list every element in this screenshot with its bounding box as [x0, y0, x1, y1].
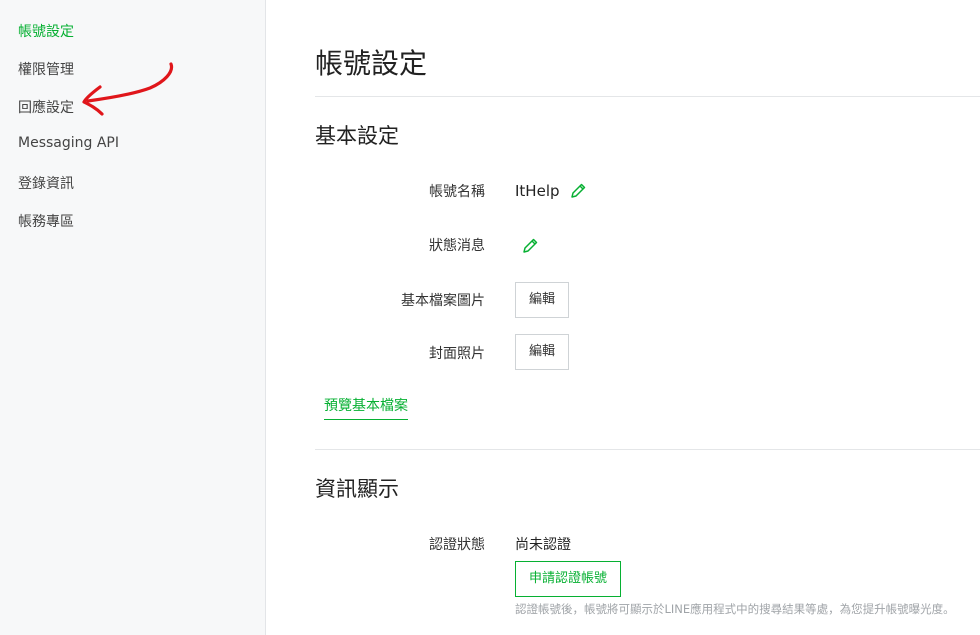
sidebar: 帳號設定 權限管理 回應設定 Messaging API 登錄資訊 帳務專區	[0, 0, 266, 635]
verification-status-label: 認證狀態	[429, 537, 485, 553]
section-title-info: 資訊顯示	[315, 477, 399, 501]
sidebar-item-permissions[interactable]: 權限管理	[18, 59, 74, 79]
profile-image-label: 基本檔案圖片	[401, 293, 485, 309]
account-name-label: 帳號名稱	[429, 184, 485, 200]
verification-status-value: 尚未認證	[515, 537, 571, 553]
divider	[315, 449, 980, 450]
sidebar-item-billing[interactable]: 帳務專區	[18, 211, 74, 231]
red-arrow-annotation	[82, 62, 174, 116]
sidebar-item-login-info[interactable]: 登錄資訊	[18, 173, 74, 193]
apply-verification-button[interactable]: 申請認證帳號	[515, 561, 622, 597]
pencil-icon[interactable]	[569, 182, 587, 200]
status-message-label: 狀態消息	[429, 238, 485, 254]
pencil-icon[interactable]	[521, 237, 539, 255]
cover-photo-label: 封面照片	[429, 346, 485, 362]
account-name-value: ItHelp	[515, 182, 560, 200]
main-content: 帳號設定 基本設定 帳號名稱 ItHelp 狀態消息 基本檔案圖片 編輯 封面照…	[267, 0, 980, 635]
edit-cover-photo-button[interactable]: 編輯	[515, 334, 570, 370]
sidebar-item-account-settings[interactable]: 帳號設定	[18, 21, 74, 41]
sidebar-item-response-settings[interactable]: 回應設定	[18, 97, 74, 117]
sidebar-item-messaging-api[interactable]: Messaging API	[18, 135, 119, 151]
edit-profile-image-button[interactable]: 編輯	[515, 282, 570, 318]
divider	[315, 96, 980, 97]
preview-profile-link[interactable]: 預覽基本檔案	[324, 395, 408, 420]
verification-helper-text: 認證帳號後，帳號將可顯示於LINE應用程式中的搜尋結果等處，為您提升帳號曝光度。	[515, 602, 955, 616]
section-title-basic: 基本設定	[315, 124, 399, 148]
page-title: 帳號設定	[315, 47, 428, 80]
